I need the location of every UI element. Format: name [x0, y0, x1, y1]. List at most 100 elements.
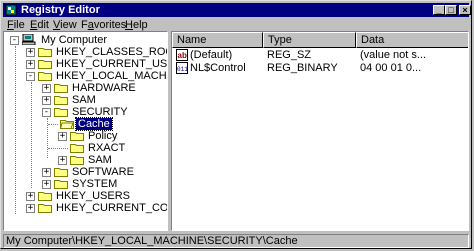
registry-values-pane[interactable]: Name Type Data ab (Default) REG_SZ (valu…: [171, 31, 469, 231]
open-folder-icon: [38, 72, 52, 81]
tree-node-label: HKEY_CURRENT_USER: [56, 58, 168, 70]
folder-icon: [70, 156, 84, 165]
value-name: NL$Control: [190, 62, 246, 74]
tree-node-system[interactable]: + SYSTEM: [4, 178, 164, 190]
menu-file-rest: ile: [13, 19, 25, 31]
folder-icon: [54, 96, 68, 105]
tree-node-label: SAM: [72, 94, 96, 106]
folder-icon: [38, 204, 52, 213]
tree-node-label: Policy: [88, 130, 118, 142]
folder-icon: [70, 144, 84, 153]
tree-node-hkey-current-config[interactable]: + HKEY_CURRENT_CONFIG: [4, 202, 167, 214]
menu-edit-rest: dit: [37, 19, 49, 31]
menu-favorites-rest: vorites: [93, 19, 127, 31]
value-name: (Default): [190, 49, 233, 61]
open-folder-icon: [54, 108, 68, 117]
column-header-type[interactable]: Type: [263, 32, 356, 48]
tree-node-hkey-current-user[interactable]: + HKEY_CURRENT_USER: [4, 58, 167, 70]
folder-icon: [38, 48, 52, 57]
value-type: REG_SZ: [267, 49, 312, 61]
tree-node-software[interactable]: + SOFTWARE: [4, 166, 164, 178]
menu-file[interactable]: File: [7, 18, 25, 32]
tree-node-hkey-users[interactable]: + HKEY_USERS: [4, 190, 164, 202]
folder-icon: [38, 60, 52, 69]
tree-node-label: SAM: [88, 154, 112, 166]
expand-icon[interactable]: +: [26, 204, 35, 213]
expand-icon[interactable]: +: [42, 168, 51, 177]
column-header-name[interactable]: Name: [172, 32, 263, 48]
minimize-button[interactable]: _: [433, 5, 445, 15]
collapse-icon[interactable]: -: [10, 36, 19, 45]
open-folder-icon: [60, 120, 74, 129]
tree-connector: [48, 148, 68, 150]
string-value-icon: ab: [176, 49, 188, 61]
tree-node-hkey-local-machine[interactable]: - HKEY_LOCAL_MACHINE: [4, 70, 167, 82]
registry-editor-window: Registry Editor _ □ × File Edit View Fav…: [0, 0, 472, 249]
tree-node-label: SECURITY: [72, 106, 128, 118]
tree-node-label: HARDWARE: [72, 82, 136, 94]
expand-icon[interactable]: +: [26, 60, 35, 69]
tree-node-hkey-classes-root[interactable]: + HKEY_CLASSES_ROOT: [4, 46, 167, 58]
tree-node-label: SYSTEM: [72, 178, 118, 190]
menu-bar: File Edit View Favorites Help: [3, 18, 469, 32]
folder-icon: [38, 192, 52, 201]
menu-edit[interactable]: Edit: [30, 18, 49, 32]
folder-icon: [54, 180, 68, 189]
svg-text:011: 011: [177, 66, 188, 73]
folder-icon: [54, 84, 68, 93]
tree-node-label: My Computer: [41, 34, 108, 46]
collapse-icon[interactable]: -: [42, 108, 51, 117]
tree-node-label: HKEY_LOCAL_MACHINE: [56, 70, 167, 82]
menu-favorites[interactable]: Favorites: [81, 18, 126, 32]
menu-view-rest: iew: [60, 19, 77, 31]
menu-favorites-pre: F: [81, 19, 88, 31]
tree-node-label: SOFTWARE: [72, 166, 134, 178]
table-row[interactable]: ab (Default) REG_SZ (value not s...: [172, 48, 468, 61]
tree-node-label-selected: Cache: [75, 117, 113, 131]
menu-help-accel: H: [125, 19, 133, 31]
title-bar[interactable]: Registry Editor _ □ ×: [3, 3, 471, 17]
expand-icon[interactable]: +: [58, 132, 67, 141]
tree-connector: [48, 124, 58, 126]
folder-icon: [70, 132, 84, 141]
menu-help-rest: elp: [132, 19, 148, 31]
collapse-icon[interactable]: -: [26, 72, 35, 81]
tree-node-policy[interactable]: + Policy: [4, 130, 164, 142]
binary-value-icon: 011: [176, 62, 188, 74]
expand-icon[interactable]: +: [26, 48, 35, 57]
tree-node-security-sam[interactable]: + SAM: [4, 154, 164, 166]
folder-icon: [54, 168, 68, 177]
tree-node-sam[interactable]: + SAM: [4, 94, 164, 106]
registry-editor-icon: [5, 4, 17, 16]
status-path: My Computer\HKEY_LOCAL_MACHINE\SECURITY\…: [6, 235, 298, 247]
computer-icon: [22, 34, 36, 45]
svg-text:ab: ab: [178, 51, 187, 60]
expand-icon[interactable]: +: [42, 180, 51, 189]
close-button[interactable]: ×: [459, 5, 471, 15]
tree-node-label: HKEY_USERS: [56, 190, 130, 202]
column-header-data[interactable]: Data: [356, 32, 468, 48]
tree-node-cache[interactable]: Cache: [4, 117, 164, 131]
value-data: (value not s...: [360, 49, 427, 61]
status-bar: My Computer\HKEY_LOCAL_MACHINE\SECURITY\…: [3, 234, 469, 248]
expand-icon[interactable]: +: [58, 156, 67, 165]
value-type: REG_BINARY: [267, 62, 338, 74]
tree-node-label: RXACT: [88, 142, 126, 154]
menu-help[interactable]: Help: [125, 18, 148, 32]
tree-node-my-computer[interactable]: - My Computer: [4, 34, 164, 46]
table-row[interactable]: 011 NL$Control REG_BINARY 04 00 01 0...: [172, 61, 468, 74]
value-data: 04 00 01 0...: [360, 62, 422, 74]
tree-node-security[interactable]: - SECURITY: [4, 106, 164, 118]
tree-node-label: HKEY_CURRENT_CONFIG: [56, 202, 168, 214]
tree-node-rxact[interactable]: RXACT: [4, 142, 164, 154]
maximize-button[interactable]: □: [445, 5, 457, 15]
registry-tree-pane[interactable]: - My Computer + HKEY_CLASSES_ROOT + HKEY…: [3, 31, 168, 231]
menu-file-accel: F: [7, 19, 14, 31]
tree-node-label: HKEY_CLASSES_ROOT: [56, 46, 167, 58]
tree-node-hardware[interactable]: + HARDWARE: [4, 82, 164, 94]
window-title: Registry Editor: [21, 4, 100, 16]
expand-icon[interactable]: +: [42, 96, 51, 105]
menu-view[interactable]: View: [53, 18, 77, 32]
expand-icon[interactable]: +: [42, 84, 51, 93]
expand-icon[interactable]: +: [26, 192, 35, 201]
